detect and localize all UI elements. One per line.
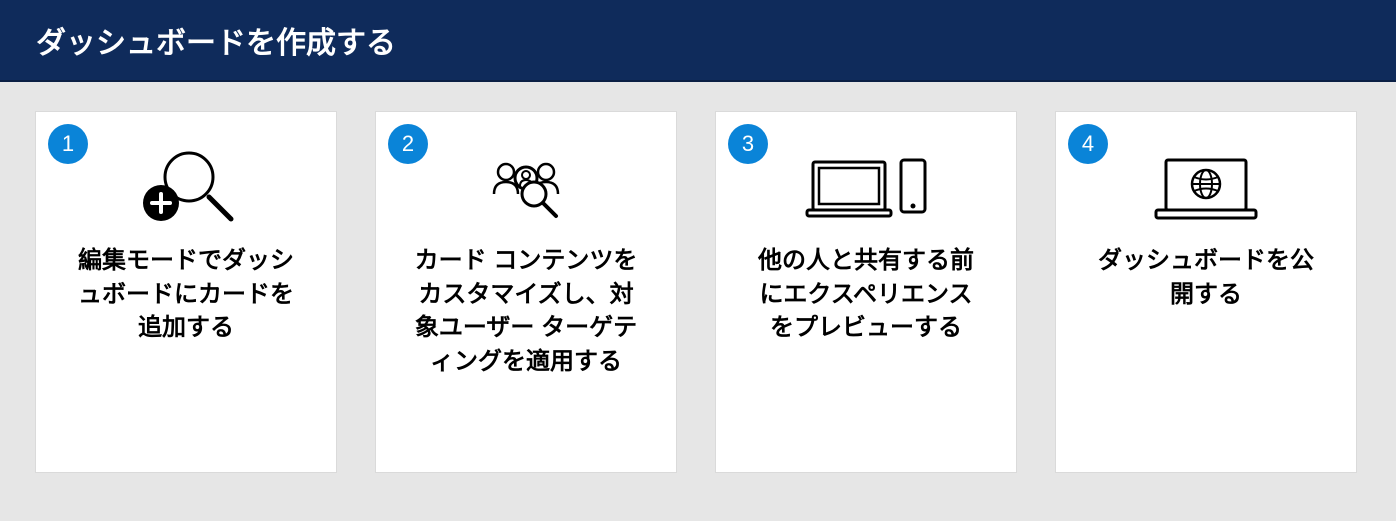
step-description: ダッシュボードを公開する (1084, 244, 1328, 311)
step-number-badge: 1 (48, 124, 88, 164)
step-card: 2 カード コンテンツをカスタマイズし、対象ユーザー ターゲティングを適用する (376, 112, 676, 472)
devices-preview-icon (744, 140, 988, 240)
step-description: カード コンテンツをカスタマイズし、対象ユーザー ターゲティングを適用する (404, 244, 648, 378)
step-card: 4 ダッシュボードを公開する (1056, 112, 1356, 472)
step-number-badge: 4 (1068, 124, 1108, 164)
page-title: ダッシュボードを作成する (0, 0, 1396, 82)
step-description: 編集モードでダッシュボードにカードを追加する (64, 244, 308, 345)
step-description: 他の人と共有する前にエクスペリエンスをプレビューする (744, 244, 988, 345)
step-card: 1 編集モードでダッシュボードにカードを追加する (36, 112, 336, 472)
magnifier-plus-icon (64, 140, 308, 240)
step-number-badge: 2 (388, 124, 428, 164)
step-card: 3 他の人と共有する前にエクスペリエンスをプレビューする (716, 112, 1016, 472)
publish-globe-laptop-icon (1084, 140, 1328, 240)
audience-search-icon (404, 140, 648, 240)
steps-row: 1 編集モードでダッシュボードにカードを追加する 2 (0, 82, 1396, 512)
step-number-badge: 3 (728, 124, 768, 164)
